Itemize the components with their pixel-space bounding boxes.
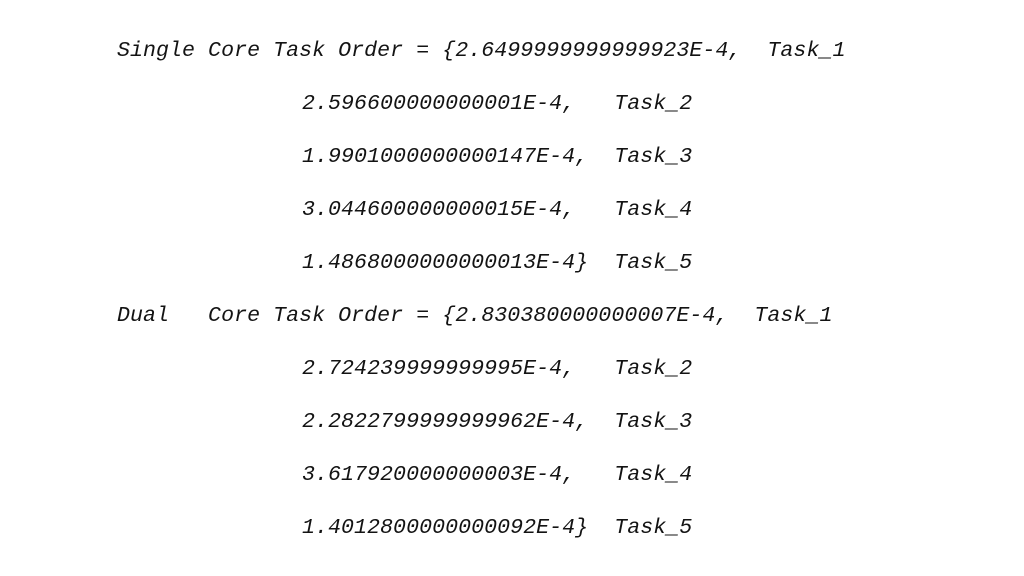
output-line-dual-core-header: Dual Core Task Order = {2.83038000000000… [117,304,833,328]
output-line-dual-core-task-5: 1.4012800000000092E-4} Task_5 [302,516,693,540]
output-line-single-core-task-2: 2.596600000000001E-4, Task_2 [302,92,693,116]
output-line-single-core-task-4: 3.044600000000015E-4, Task_4 [302,198,693,222]
output-line-single-core-task-5: 1.4868000000000013E-4} Task_5 [302,251,693,275]
output-line-dual-core-task-2: 2.724239999999995E-4, Task_2 [302,357,693,381]
output-line-dual-core-task-4: 3.617920000000003E-4, Task_4 [302,463,693,487]
output-line-dual-core-task-3: 2.2822799999999962E-4, Task_3 [302,410,693,434]
output-console: Single Core Task Order = {2.649999999999… [0,0,1024,576]
output-line-single-core-header: Single Core Task Order = {2.649999999999… [117,39,846,63]
output-line-single-core-task-3: 1.9901000000000147E-4, Task_3 [302,145,693,169]
